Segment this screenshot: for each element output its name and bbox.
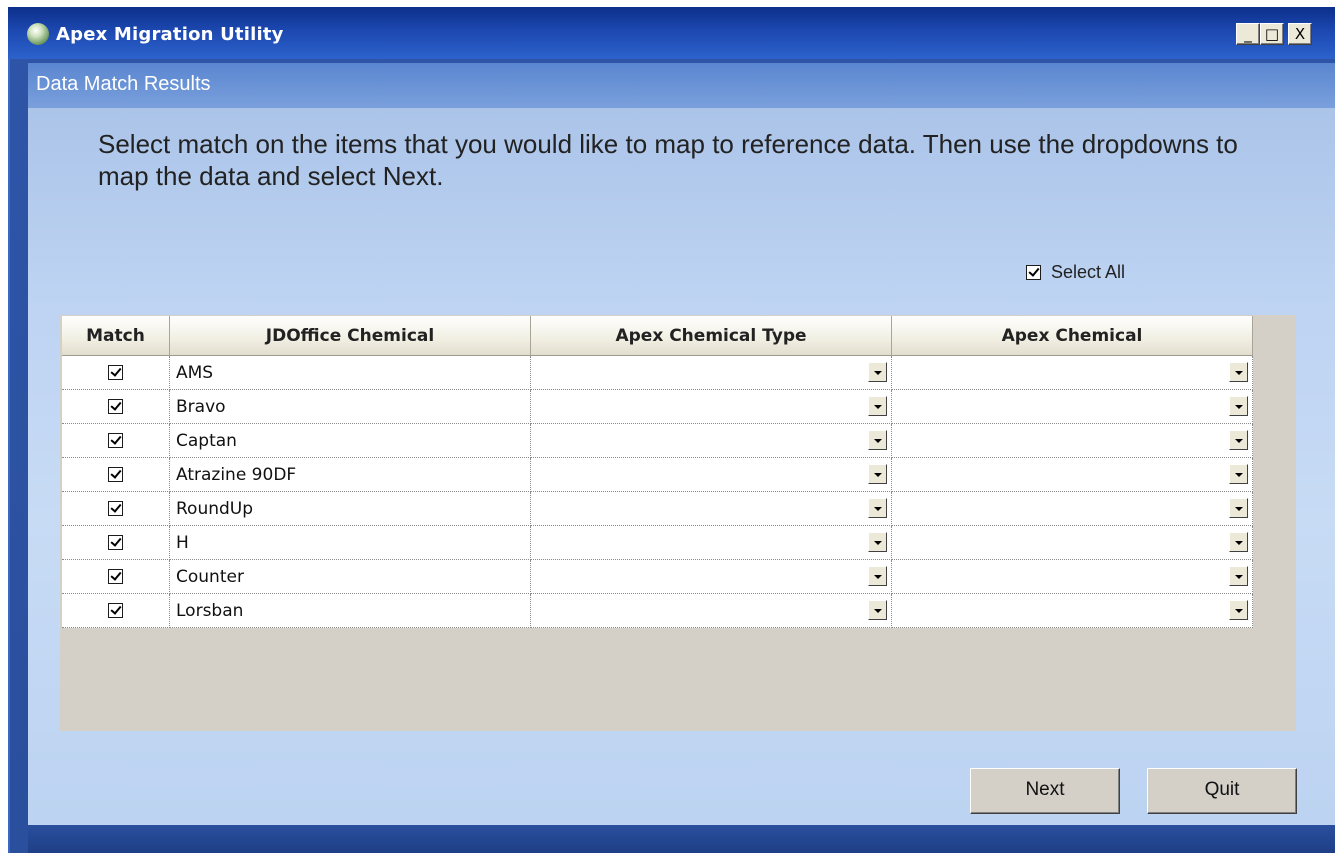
grid-rows: AMS Bravo Captan Atrazine 90DF RoundUp H Count… [62,356,1253,628]
jdoffice-chemical-cell[interactable]: AMS [170,356,531,390]
table-row[interactable]: H [62,526,1253,560]
chevron-down-icon[interactable] [868,464,887,484]
match-checkbox[interactable] [108,365,123,380]
jdoffice-chemical-cell[interactable]: Captan [170,424,531,458]
jdoffice-chemical-cell[interactable]: Atrazine 90DF [170,458,531,492]
chevron-down-icon[interactable] [1229,566,1248,586]
column-header-jdoffice-chemical[interactable]: JDOffice Chemical [170,316,531,356]
globe-icon [27,23,49,45]
jdoffice-chemical-cell[interactable]: Lorsban [170,594,531,628]
apex-chemical-type-dropdown[interactable] [531,424,892,458]
close-button[interactable]: X [1288,23,1312,45]
match-cell [62,594,170,628]
apex-chemical-type-dropdown[interactable] [531,356,892,390]
table-row[interactable]: AMS [62,356,1253,390]
apex-chemical-dropdown[interactable] [892,390,1253,424]
apex-chemical-type-dropdown[interactable] [531,390,892,424]
grid-header: Match JDOffice Chemical Apex Chemical Ty… [62,316,1253,356]
apex-chemical-type-dropdown[interactable] [531,458,892,492]
apex-chemical-dropdown[interactable] [892,526,1253,560]
jdoffice-chemical-cell[interactable]: RoundUp [170,492,531,526]
match-cell [62,492,170,526]
quit-button[interactable]: Quit [1147,768,1297,814]
chevron-down-icon[interactable] [868,498,887,518]
jdoffice-chemical-cell[interactable]: Bravo [170,390,531,424]
chevron-down-icon[interactable] [1229,464,1248,484]
jdoffice-chemical-cell[interactable]: H [170,526,531,560]
column-header-apex-chemical[interactable]: Apex Chemical [892,316,1253,356]
select-all-checkbox[interactable] [1026,265,1041,280]
window-title: Apex Migration Utility [56,24,284,45]
match-cell [62,526,170,560]
instructions-text: Select match on the items that you would… [98,129,1238,191]
match-checkbox[interactable] [108,399,123,414]
table-row[interactable]: Atrazine 90DF [62,458,1253,492]
match-checkbox[interactable] [108,603,123,618]
select-all-control[interactable]: Select All [1026,262,1125,283]
jdoffice-chemical-cell[interactable]: Counter [170,560,531,594]
table-row[interactable]: Counter [62,560,1253,594]
match-checkbox[interactable] [108,535,123,550]
table-row[interactable]: Bravo [62,390,1253,424]
table-row[interactable]: RoundUp [62,492,1253,526]
table-row[interactable]: Captan [62,424,1253,458]
table-row[interactable]: Lorsban [62,594,1253,628]
apex-chemical-dropdown[interactable] [892,594,1253,628]
apex-chemical-dropdown[interactable] [892,492,1253,526]
chevron-down-icon[interactable] [1229,430,1248,450]
next-button[interactable]: Next [970,768,1120,814]
footer-bar [28,825,1335,853]
chevron-down-icon[interactable] [1229,396,1248,416]
match-cell [62,560,170,594]
apex-chemical-dropdown[interactable] [892,560,1253,594]
select-all-label: Select All [1051,262,1126,282]
match-cell [62,424,170,458]
column-header-match[interactable]: Match [62,316,170,356]
match-cell [62,390,170,424]
chevron-down-icon[interactable] [1229,532,1248,552]
chevron-down-icon[interactable] [868,532,887,552]
apex-chemical-dropdown[interactable] [892,356,1253,390]
apex-chemical-type-dropdown[interactable] [531,492,892,526]
apex-chemical-type-dropdown[interactable] [531,526,892,560]
apex-chemical-type-dropdown[interactable] [531,560,892,594]
chevron-down-icon[interactable] [868,430,887,450]
match-checkbox[interactable] [108,433,123,448]
page-header [28,63,1335,108]
chevron-down-icon[interactable] [1229,362,1248,382]
apex-chemical-type-dropdown[interactable] [531,594,892,628]
page-title: Data Match Results [36,73,211,95]
column-header-apex-chemical-type[interactable]: Apex Chemical Type [531,316,892,356]
match-cell [62,458,170,492]
match-checkbox[interactable] [108,501,123,516]
apex-chemical-dropdown[interactable] [892,458,1253,492]
minimize-button[interactable]: _ [1236,23,1260,45]
match-cell [62,356,170,390]
chevron-down-icon[interactable] [1229,498,1248,518]
chevron-down-icon[interactable] [868,362,887,382]
apex-chemical-dropdown[interactable] [892,424,1253,458]
chevron-down-icon[interactable] [868,600,887,620]
maximize-button[interactable]: □ [1260,23,1284,45]
match-checkbox[interactable] [108,569,123,584]
match-checkbox[interactable] [108,467,123,482]
chevron-down-icon[interactable] [1229,600,1248,620]
chevron-down-icon[interactable] [868,566,887,586]
chevron-down-icon[interactable] [868,396,887,416]
